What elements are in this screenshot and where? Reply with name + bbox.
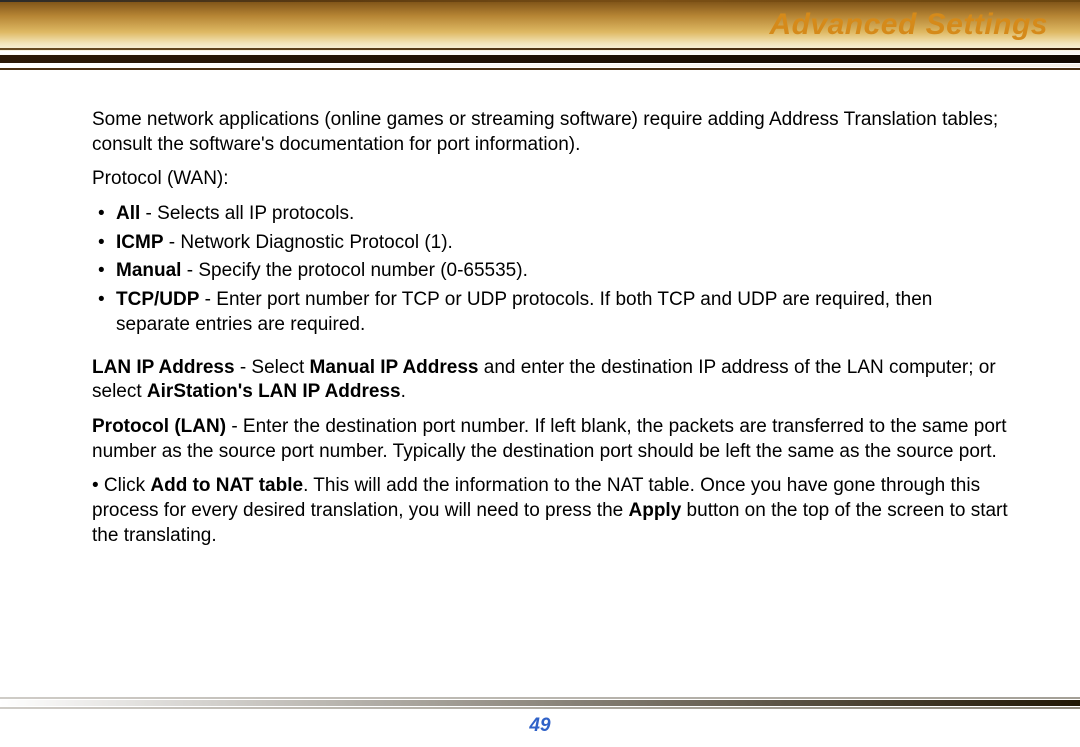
footer-rule: [0, 697, 1080, 713]
lan-ip-paragraph: LAN IP Address - Select Manual IP Addres…: [92, 356, 1008, 405]
list-item: All - Selects all IP protocols.: [92, 202, 1008, 227]
intro-paragraph: Some network applications (online games …: [92, 108, 1008, 157]
header-rail: [0, 48, 1080, 72]
bullet-desc: - Specify the protocol number (0-65535).: [181, 260, 527, 281]
list-item: ICMP - Network Diagnostic Protocol (1).: [92, 231, 1008, 256]
list-item: TCP/UDP - Enter port number for TCP or U…: [92, 288, 1008, 337]
nat-paragraph: • Click Add to NAT table. This will add …: [92, 474, 1008, 548]
list-item: Manual - Specify the protocol number (0-…: [92, 259, 1008, 284]
bullet-desc: - Enter port number for TCP or UDP proto…: [116, 289, 932, 335]
bullet-name: All: [116, 203, 140, 224]
header-top-rule: [0, 0, 1080, 2]
bullet-name: TCP/UDP: [116, 289, 199, 310]
bullet-desc: - Selects all IP protocols.: [140, 203, 354, 224]
protocol-lan-label: Protocol (LAN): [92, 416, 226, 437]
footer: 49: [0, 697, 1080, 725]
protocol-lan-paragraph: Protocol (LAN) - Enter the destination p…: [92, 415, 1008, 464]
protocol-wan-label: Protocol (WAN):: [92, 167, 1008, 192]
bullet-name: ICMP: [116, 232, 164, 253]
page-number: 49: [0, 715, 1080, 737]
lan-ip-label: LAN IP Address: [92, 357, 235, 378]
body-content: Some network applications (online games …: [92, 108, 1008, 558]
bullet-name: Manual: [116, 260, 181, 281]
header-band: Advanced Settings: [0, 0, 1080, 72]
protocol-wan-list: All - Selects all IP protocols. ICMP - N…: [92, 202, 1008, 337]
page-title: Advanced Settings: [769, 8, 1048, 42]
bullet-desc: - Network Diagnostic Protocol (1).: [164, 232, 453, 253]
